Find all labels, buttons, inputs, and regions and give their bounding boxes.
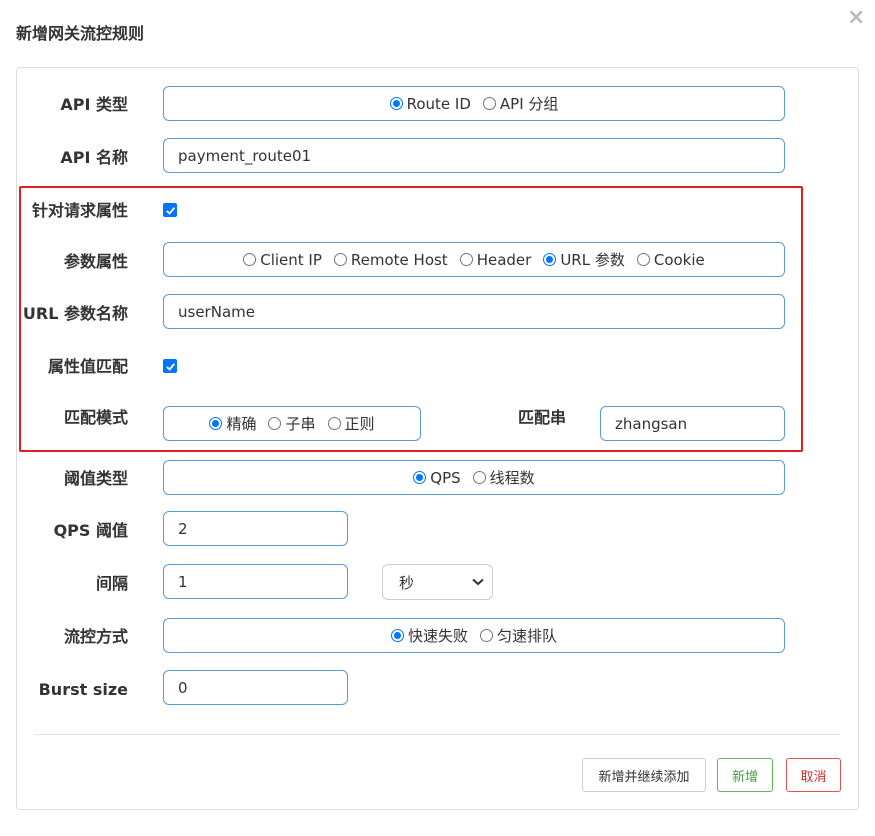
qps-threshold-value: 2 — [178, 519, 188, 538]
attr-value-match-label: 属性值匹配 — [47, 357, 128, 376]
add-and-continue-button[interactable]: 新增并继续添加 — [582, 758, 706, 792]
radio-checked-icon — [543, 253, 557, 266]
match-string-value: zhangsan — [615, 414, 688, 433]
radio-unchecked-icon — [482, 97, 496, 110]
threshold-type-label: 阈值类型 — [63, 469, 128, 488]
interval-unit-value: 秒 — [399, 573, 415, 592]
qps-threshold-input[interactable]: 2 — [163, 511, 348, 546]
api-name-input[interactable]: payment_route01 — [163, 138, 785, 173]
radio-label: API 分组 — [499, 95, 559, 113]
radio-label: 精确 — [226, 415, 257, 433]
radio-unchecked-icon — [472, 471, 486, 484]
interval-input[interactable]: 1 — [163, 564, 348, 599]
url-param-name-label: URL 参数名称 — [22, 304, 128, 323]
qps-threshold-label: QPS 阈值 — [53, 521, 128, 540]
url-param-name-value: userName — [178, 302, 255, 321]
api-name-label: API 名称 — [60, 148, 128, 167]
burst-size-input[interactable]: 0 — [163, 670, 348, 705]
radio-label: QPS — [430, 468, 461, 487]
add-button[interactable]: 新增 — [717, 758, 773, 792]
api-type-radio-group: Route ID API 分组 — [163, 86, 785, 121]
radio-label: Remote Host — [350, 250, 448, 269]
param-attr-label: 参数属性 — [63, 252, 128, 271]
interval-value: 1 — [178, 572, 188, 591]
match-mode-radio-group: 精确 子串 正则 — [163, 406, 421, 441]
api-type-radio-api-group[interactable]: API 分组 — [482, 93, 559, 114]
radio-label: Cookie — [653, 250, 705, 269]
radio-label: 正则 — [344, 415, 375, 433]
param-attr-radio-header[interactable]: Header — [459, 250, 532, 269]
radio-unchecked-icon — [636, 253, 650, 266]
interval-unit-select[interactable]: 秒 — [382, 564, 493, 600]
for-request-attr-checkbox[interactable] — [163, 203, 177, 217]
radio-unchecked-icon — [480, 629, 493, 642]
checkmark-icon — [165, 362, 175, 371]
param-attr-radio-client-ip[interactable]: Client IP — [243, 251, 322, 269]
param-attr-radio-url-param[interactable]: URL 参数 — [543, 249, 625, 270]
param-attr-radio-remote-host[interactable]: Remote Host — [333, 250, 448, 269]
radio-checked-icon — [209, 417, 223, 430]
control-mode-label: 流控方式 — [63, 627, 128, 646]
api-type-radio-route-id[interactable]: Route ID — [389, 94, 471, 113]
radio-label: Client IP — [260, 250, 322, 269]
api-type-label: API 类型 — [60, 95, 128, 114]
radio-checked-icon — [413, 471, 427, 484]
radio-label: 线程数 — [489, 469, 535, 487]
api-name-value: payment_route01 — [178, 146, 312, 165]
match-mode-label: 匹配模式 — [63, 408, 128, 427]
radio-unchecked-icon — [327, 417, 341, 430]
url-param-name-input[interactable]: userName — [163, 294, 785, 329]
footer-divider — [34, 734, 840, 735]
radio-label: URL 参数 — [560, 251, 625, 269]
chevron-down-icon — [472, 578, 484, 586]
control-mode-radio-group: 快速失败 匀速排队 — [163, 618, 785, 653]
cancel-button[interactable]: 取消 — [786, 758, 841, 792]
radio-unchecked-icon — [268, 417, 282, 430]
threshold-type-radio-group: QPS 线程数 — [163, 460, 785, 495]
threshold-type-radio-qps[interactable]: QPS — [413, 468, 461, 487]
burst-size-label: Burst size — [38, 680, 128, 699]
radio-label: Route ID — [406, 94, 471, 113]
threshold-type-radio-threads[interactable]: 线程数 — [472, 467, 535, 488]
radio-unchecked-icon — [459, 253, 473, 266]
radio-label: Header — [476, 250, 532, 269]
radio-unchecked-icon — [243, 253, 257, 266]
radio-label: 子串 — [285, 415, 316, 433]
dialog-title: 新增网关流控规则 — [16, 24, 145, 43]
radio-checked-icon — [389, 97, 403, 110]
control-mode-radio-fast-fail[interactable]: 快速失败 — [390, 625, 468, 646]
interval-label: 间隔 — [95, 574, 128, 593]
control-mode-radio-queue[interactable]: 匀速排队 — [480, 625, 557, 646]
match-string-label: 匹配串 — [517, 408, 566, 427]
match-mode-radio-substring[interactable]: 子串 — [268, 413, 316, 434]
radio-label: 快速失败 — [407, 627, 468, 645]
radio-checked-icon — [390, 629, 404, 642]
burst-size-value: 0 — [178, 678, 188, 697]
radio-unchecked-icon — [333, 253, 347, 266]
attr-value-match-checkbox[interactable] — [163, 359, 177, 373]
match-string-input[interactable]: zhangsan — [600, 406, 785, 441]
radio-label: 匀速排队 — [497, 627, 558, 645]
param-attr-radio-group: Client IP Remote Host Header URL 参数 Cook… — [163, 242, 785, 277]
match-mode-radio-exact[interactable]: 精确 — [209, 413, 256, 434]
checkmark-icon — [165, 206, 175, 215]
param-attr-radio-cookie[interactable]: Cookie — [636, 250, 705, 269]
close-icon[interactable]: × — [847, 6, 865, 30]
match-mode-radio-regex[interactable]: 正则 — [327, 413, 375, 434]
for-request-attr-label: 针对请求属性 — [31, 201, 128, 220]
